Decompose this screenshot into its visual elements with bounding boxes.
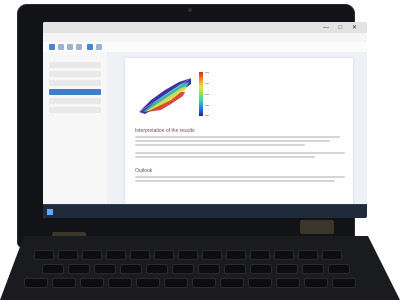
sidebar-item[interactable] — [49, 71, 101, 77]
tool-icon[interactable] — [76, 44, 82, 50]
key — [154, 250, 174, 260]
key — [68, 264, 90, 274]
paragraph-line — [135, 136, 340, 138]
webcam — [188, 8, 192, 12]
key — [82, 250, 102, 260]
sidebar-item[interactable] — [49, 98, 101, 104]
key — [224, 264, 246, 274]
key — [192, 278, 216, 288]
key — [198, 264, 220, 274]
sidebar-item[interactable] — [49, 80, 101, 86]
key — [226, 250, 246, 260]
paragraph-line — [135, 156, 315, 158]
tool-icon[interactable] — [67, 44, 73, 50]
paragraph-line — [135, 176, 345, 178]
start-button[interactable] — [47, 209, 53, 215]
colorbar-tick — [205, 72, 209, 73]
tool-icon[interactable] — [87, 44, 93, 50]
sidebar-item-active[interactable] — [49, 89, 101, 95]
key — [42, 264, 64, 274]
sidebar-item[interactable] — [49, 62, 101, 68]
key — [146, 264, 168, 274]
key — [328, 264, 350, 274]
colorbar — [199, 72, 203, 116]
laptop-screen: — □ ✕ Interpretation of the results Outl… — [43, 22, 367, 218]
key — [248, 278, 272, 288]
key — [276, 264, 298, 274]
key — [220, 278, 244, 288]
heatmap-plot — [135, 72, 195, 116]
key — [34, 250, 54, 260]
key — [332, 278, 356, 288]
key — [304, 278, 328, 288]
paragraph-line — [135, 144, 305, 146]
tool-icon[interactable] — [96, 44, 102, 50]
key — [94, 264, 116, 274]
sidebar-item[interactable] — [49, 107, 101, 113]
key — [172, 264, 194, 274]
hinge-right — [300, 220, 334, 234]
colorbar-tick — [205, 83, 209, 84]
document-page: Interpretation of the results Outlook — [125, 58, 353, 208]
key — [120, 264, 142, 274]
key — [58, 250, 78, 260]
tool-icon[interactable] — [49, 44, 55, 50]
section-heading: Interpretation of the results — [135, 128, 195, 134]
document-viewport[interactable]: Interpretation of the results Outlook — [107, 52, 367, 208]
key — [178, 250, 198, 260]
key — [136, 278, 160, 288]
key — [130, 250, 150, 260]
keyboard — [24, 244, 374, 300]
key — [276, 278, 300, 288]
colorbar-ticks — [205, 72, 211, 116]
outlook-heading: Outlook — [135, 168, 153, 174]
key — [52, 278, 76, 288]
paragraph-line — [135, 180, 335, 182]
key — [250, 250, 270, 260]
key — [298, 250, 318, 260]
tool-icon[interactable] — [58, 44, 64, 50]
paragraph-line — [135, 152, 345, 154]
laptop-lid: — □ ✕ Interpretation of the results Outl… — [17, 4, 367, 248]
key — [24, 278, 48, 288]
key — [108, 278, 132, 288]
key — [302, 264, 324, 274]
key — [202, 250, 222, 260]
colorbar-tick — [205, 105, 209, 106]
heatmap-svg — [135, 72, 195, 116]
document-sidebar — [43, 52, 108, 204]
key — [80, 278, 104, 288]
key — [106, 250, 126, 260]
key — [322, 250, 342, 260]
window-controls[interactable]: — □ ✕ — [323, 24, 361, 31]
key — [164, 278, 188, 288]
key — [274, 250, 294, 260]
taskbar — [43, 204, 367, 218]
key — [250, 264, 272, 274]
colorbar-tick — [205, 94, 209, 95]
colorbar-tick — [205, 115, 209, 116]
paragraph-line — [135, 140, 330, 142]
